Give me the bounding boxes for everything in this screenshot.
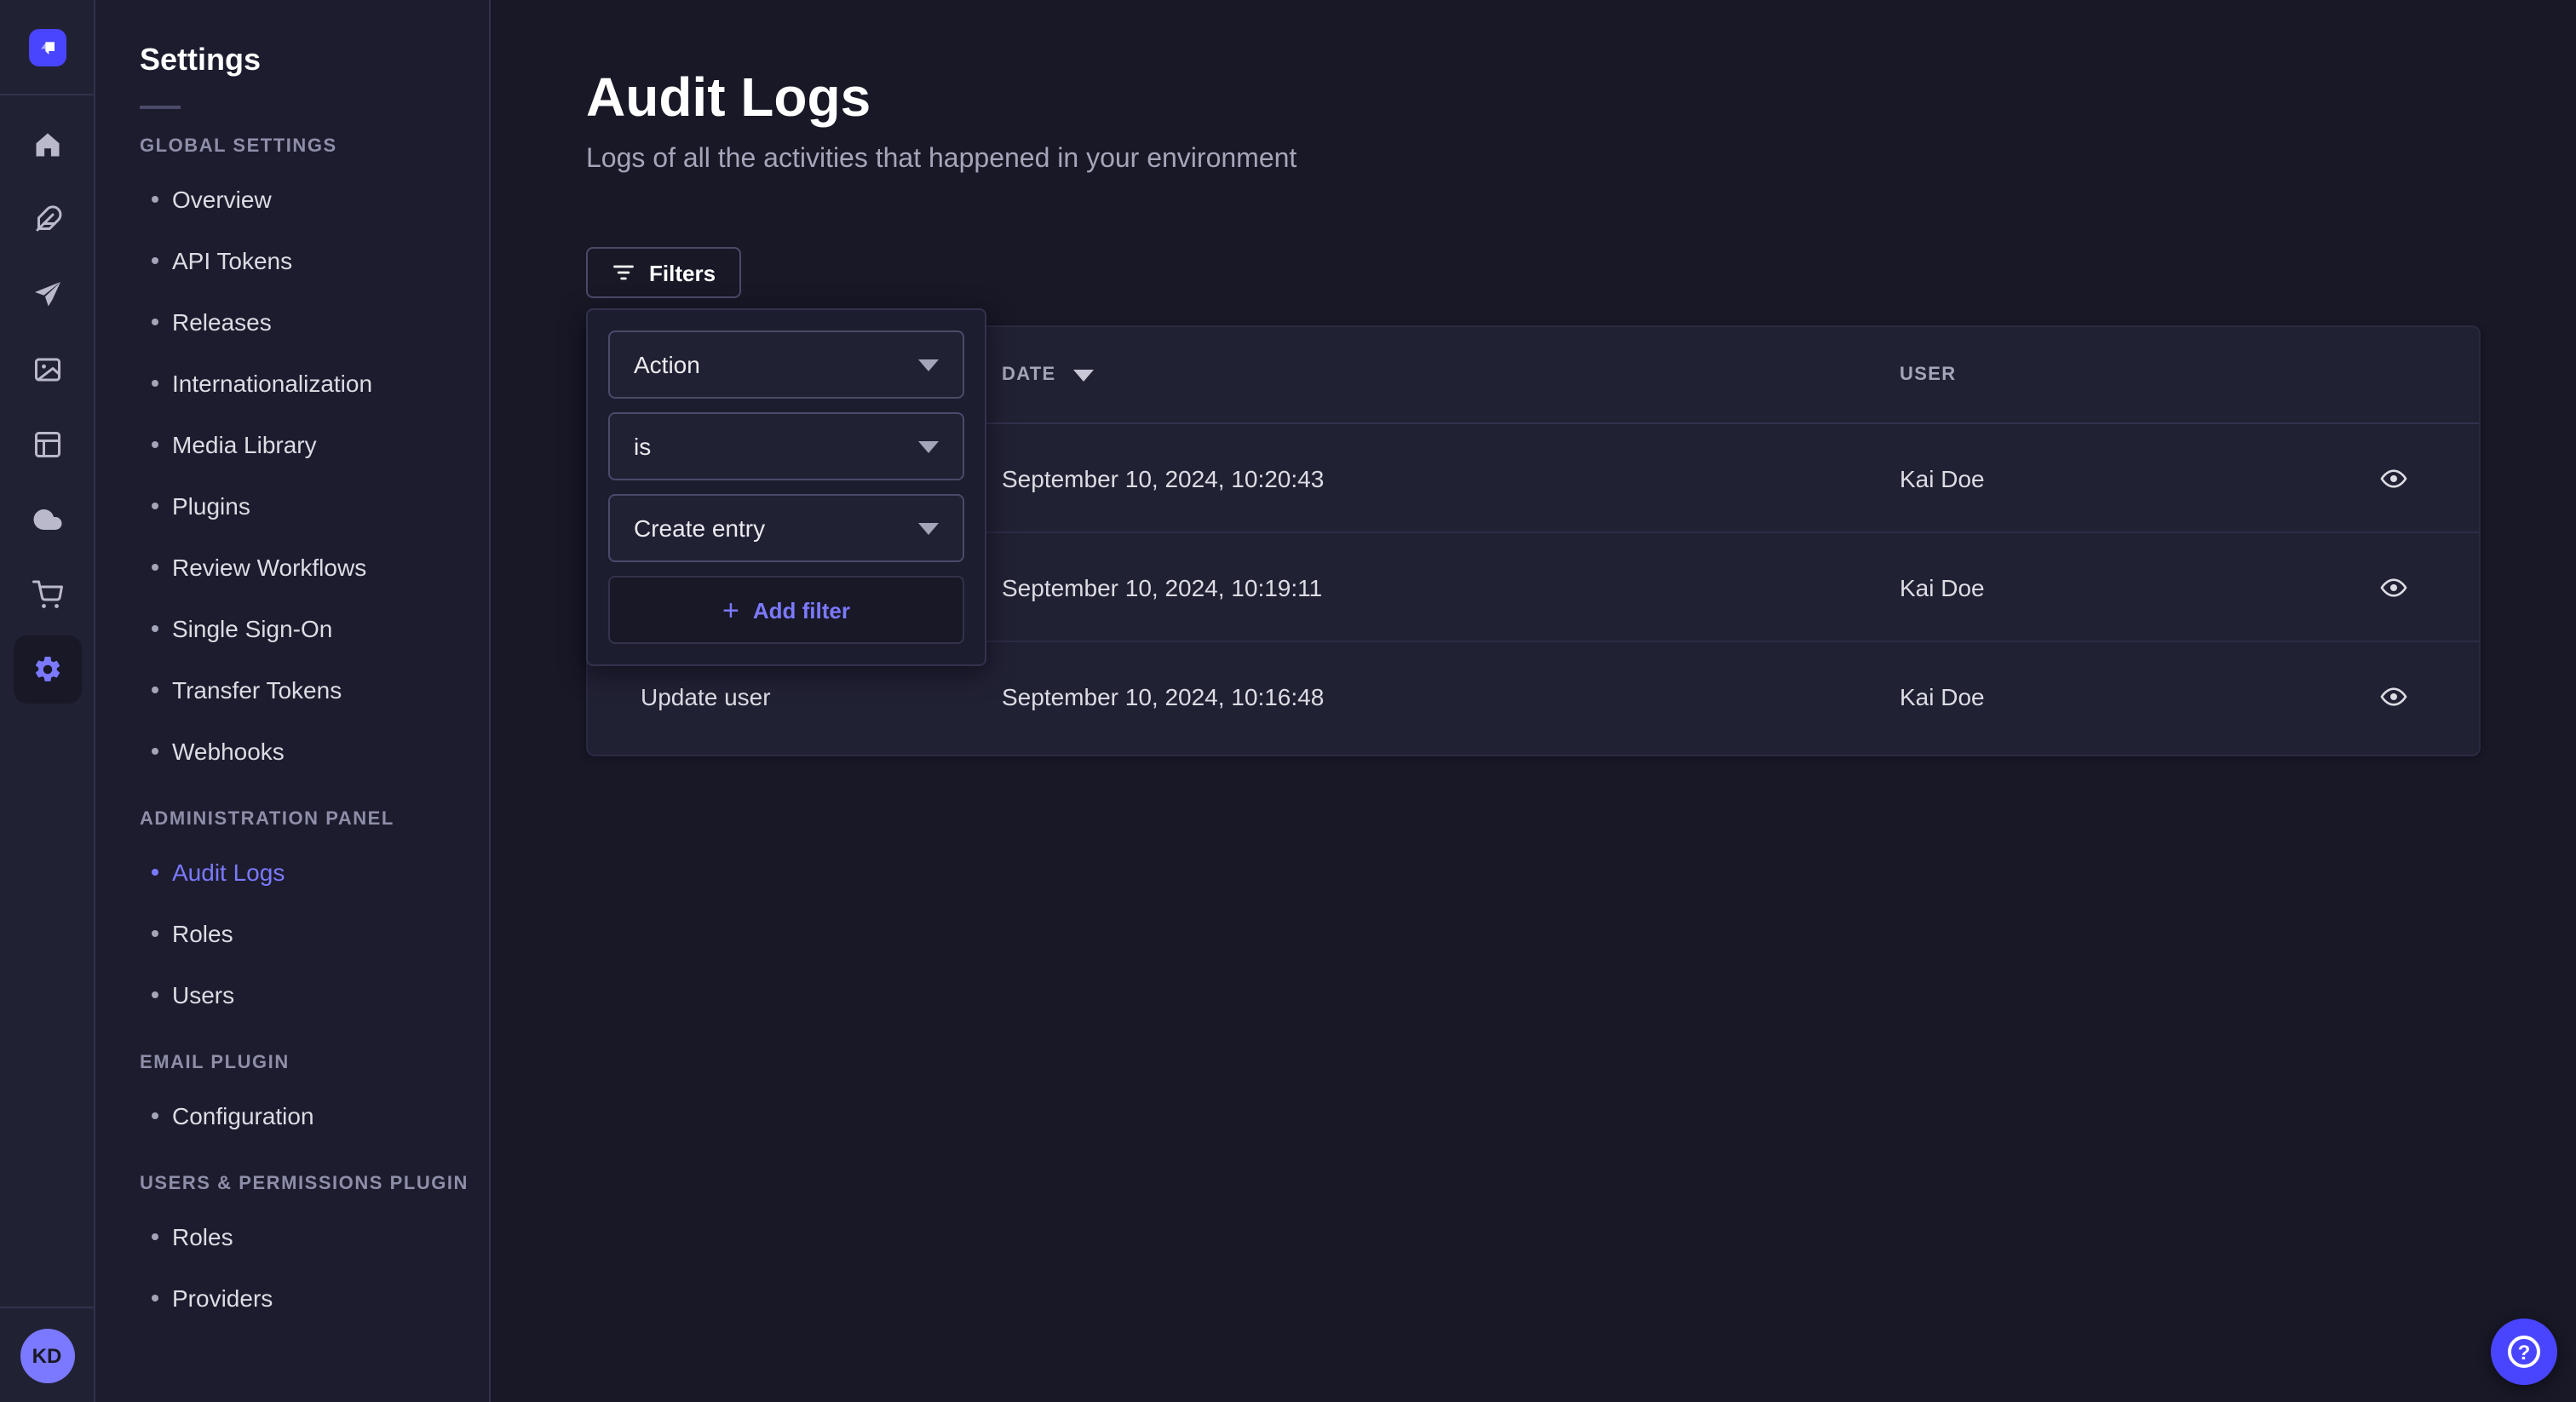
shopping-cart-icon[interactable] [13,560,81,629]
sidebar-item-users[interactable]: Users [140,964,489,1026]
view-details-button[interactable] [2370,454,2418,502]
bullet-icon [152,257,158,264]
view-details-button[interactable] [2370,563,2418,611]
app-window: KD Settings GLOBAL SETTINGS Overview API… [0,0,2576,1402]
user-avatar[interactable]: KD [20,1328,74,1382]
eye-icon [2380,573,2407,600]
eye-icon [2380,683,2407,710]
sidebar-item-webhooks[interactable]: Webhooks [140,721,489,782]
cell-action: Update user [641,683,1002,710]
bullet-icon [152,380,158,387]
bullet-icon [152,319,158,325]
images-icon[interactable] [13,336,81,404]
sidebar-item-up-roles[interactable]: Roles [140,1206,489,1267]
filter-popover: Action is Create entry + Add filter [586,308,986,666]
bullet-icon [152,930,158,937]
filter-value-select[interactable]: Create entry [608,494,964,562]
main-nav-rail: KD [0,0,95,1402]
sidebar-item-api-tokens[interactable]: API Tokens [140,230,489,291]
bullet-icon [152,1295,158,1301]
bullet-icon [152,441,158,448]
sidebar-item-media-library[interactable]: Media Library [140,414,489,475]
question-circle-icon: ? [2508,1336,2540,1368]
feather-icon[interactable] [13,186,81,254]
chevron-down-icon [918,440,939,452]
sidebar-item-transfer-tokens[interactable]: Transfer Tokens [140,659,489,721]
paper-plane-icon[interactable] [13,261,81,329]
workspace-logo-cell [0,0,94,95]
sort-desc-icon[interactable] [1073,369,1094,381]
sidebar-item-releases[interactable]: Releases [140,291,489,353]
column-header-date[interactable]: DATE [1002,365,1900,385]
help-button[interactable]: ? [2491,1319,2557,1385]
column-header-user: USER [1900,365,2309,385]
sidebar-item-single-sign-on[interactable]: Single Sign-On [140,598,489,659]
cloud-icon[interactable] [13,486,81,554]
section-label-administration-panel: ADMINISTRATION PANEL [140,806,489,833]
cell-user: Kai Doe [1900,573,2309,600]
section-label-users-permissions-plugin: USERS & PERMISSIONS PLUGIN [140,1170,489,1198]
cell-user: Kai Doe [1900,683,2309,710]
eye-icon [2380,464,2407,491]
sidebar-item-review-workflows[interactable]: Review Workflows [140,537,489,598]
subnav-title: Settings [140,41,489,78]
bullet-icon [152,625,158,632]
bullet-icon [152,1233,158,1240]
bullet-icon [152,991,158,998]
cell-date: September 10, 2024, 10:19:11 [1002,573,1900,600]
section-label-email-plugin: EMAIL PLUGIN [140,1049,489,1077]
page-subtitle: Logs of all the activities that happened… [586,145,1297,175]
bullet-icon [152,748,158,755]
add-filter-button[interactable]: + Add filter [608,576,964,644]
sidebar-item-providers[interactable]: Providers [140,1267,489,1329]
sidebar-item-configuration[interactable]: Configuration [140,1085,489,1146]
main-content: Audit Logs Logs of all the activities th… [491,0,2576,1402]
sidebar-item-plugins[interactable]: Plugins [140,475,489,537]
bullet-icon [152,687,158,693]
chevron-down-icon [918,522,939,534]
strapi-logo-icon[interactable] [28,28,66,66]
subnav-divider [140,106,181,109]
settings-subnav: Settings GLOBAL SETTINGS Overview API To… [95,0,491,1402]
cell-user: Kai Doe [1900,464,2309,491]
filter-operator-select[interactable]: is [608,412,964,480]
bullet-icon [152,503,158,509]
layout-icon[interactable] [13,411,81,479]
sidebar-item-roles[interactable]: Roles [140,903,489,964]
view-details-button[interactable] [2370,673,2418,721]
bullet-icon [152,564,158,571]
home-icon[interactable] [13,111,81,179]
rail-bottom: KD [0,1307,94,1402]
cell-date: September 10, 2024, 10:20:43 [1002,464,1900,491]
bullet-icon [152,869,158,876]
filter-field-select[interactable]: Action [608,330,964,399]
bullet-icon [152,196,158,203]
bullet-icon [152,1112,158,1119]
section-label-global-settings: GLOBAL SETTINGS [140,133,489,160]
sidebar-item-overview[interactable]: Overview [140,169,489,230]
rail-icon-list [0,111,94,704]
sidebar-item-audit-logs[interactable]: Audit Logs [140,842,489,903]
gear-icon[interactable] [13,635,81,704]
page-title: Audit Logs [586,65,871,129]
chevron-down-icon [918,359,939,371]
filters-button[interactable]: Filters [586,247,741,298]
cell-date: September 10, 2024, 10:16:48 [1002,683,1900,710]
filter-icon [612,261,635,284]
sidebar-item-internationalization[interactable]: Internationalization [140,353,489,414]
plus-icon: + [722,595,739,624]
